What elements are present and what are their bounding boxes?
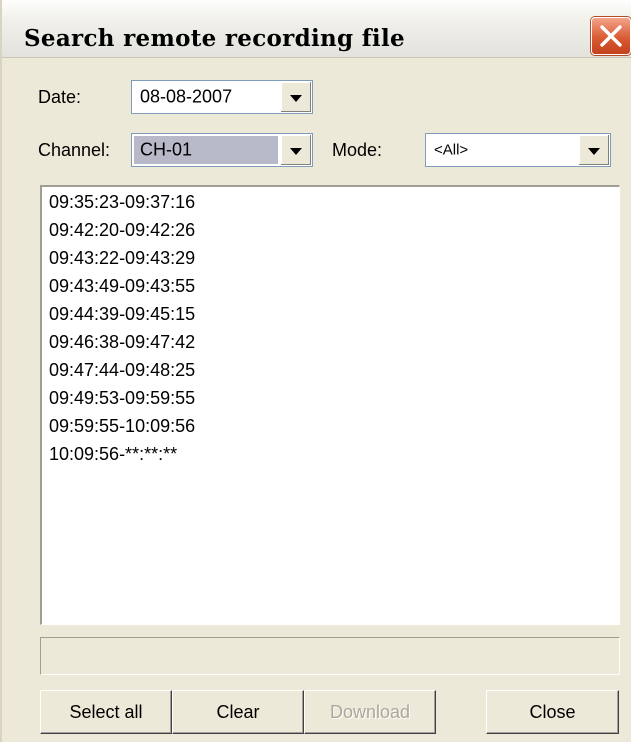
dialog-title: Search remote recording file — [24, 25, 405, 52]
mode-select[interactable]: <All> — [425, 133, 611, 167]
chevron-down-icon[interactable] — [280, 135, 311, 165]
list-item[interactable]: 09:46:38-09:47:42 — [49, 332, 195, 352]
channel-label: Channel: — [38, 140, 111, 160]
date-label: Date: — [38, 87, 82, 107]
list-item[interactable]: 09:49:53-09:59:55 — [49, 388, 195, 408]
list-item[interactable]: 09:42:20-09:42:26 — [49, 220, 195, 240]
list-item[interactable]: 09:43:49-09:43:55 — [49, 276, 195, 296]
chevron-down-icon[interactable] — [280, 82, 311, 112]
search-recording-dialog: Search remote recording file Date: 08-08… — [0, 0, 631, 742]
date-select[interactable]: 08-08-2007 — [131, 80, 313, 114]
list-item[interactable]: 09:59:55-10:09:56 — [49, 416, 195, 436]
channel-select[interactable]: CH-01 — [131, 133, 313, 167]
close-button[interactable]: Close — [486, 690, 619, 734]
clear-button[interactable]: Clear — [172, 690, 304, 734]
recording-list[interactable]: 09:35:23-09:37:16 09:42:20-09:42:26 09:4… — [40, 185, 620, 625]
mode-label: Mode: — [332, 140, 383, 160]
title-bar[interactable]: Search remote recording file — [2, 0, 631, 58]
select-all-button[interactable]: Select all — [40, 690, 172, 734]
channel-value: CH-01 — [140, 139, 193, 160]
close-x-icon[interactable] — [591, 17, 631, 55]
list-item[interactable]: 09:43:22-09:43:29 — [49, 248, 195, 268]
list-item[interactable]: 09:44:39-09:45:15 — [49, 304, 195, 324]
list-item[interactable]: 09:35:23-09:37:16 — [49, 192, 195, 212]
list-item[interactable]: 09:47:44-09:48:25 — [49, 360, 195, 380]
date-value: 08-08-2007 — [140, 86, 233, 107]
download-button[interactable]: Download — [304, 690, 436, 734]
status-bar — [40, 637, 620, 675]
mode-value: <All> — [434, 141, 469, 159]
chevron-down-icon[interactable] — [578, 135, 609, 165]
list-item[interactable]: 10:09:56-**:**:** — [49, 444, 177, 464]
